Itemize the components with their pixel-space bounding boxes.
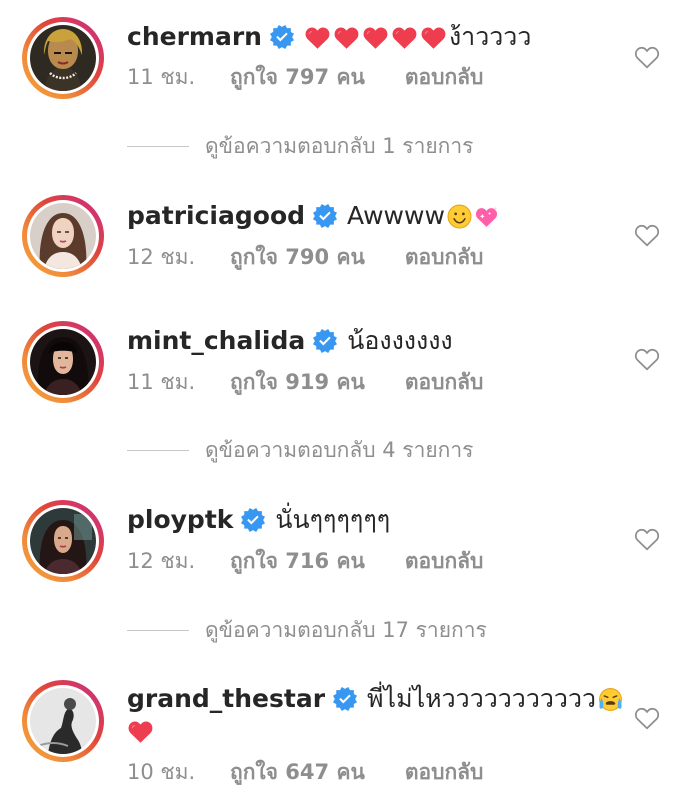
comment-text-line2 [127, 716, 154, 746]
comment-username[interactable]: ployptk [127, 505, 233, 535]
avatar [30, 25, 96, 91]
red-heart-icon [127, 719, 154, 744]
red-heart-icon [391, 25, 418, 50]
reply-button[interactable]: ตอบกลับ [405, 244, 484, 270]
comment-likes[interactable]: ถูกใจ 919 คน [230, 369, 365, 395]
divider [127, 629, 189, 631]
comment-username[interactable]: mint_chalida [127, 326, 305, 356]
smiling-face-icon [447, 204, 472, 229]
comment-meta: 12 ชม. ถูกใจ 716 คน ตอบกลับ [127, 548, 483, 574]
verified-badge-icon [270, 25, 294, 49]
red-heart-icon [304, 25, 331, 50]
comment-meta: 11 ชม. ถูกใจ 797 คน ตอบกลับ [127, 64, 483, 90]
view-replies-label: ดูข้อความตอบกลับ 1 รายการ [205, 133, 474, 158]
sparkling-heart-icon [474, 204, 499, 229]
divider [127, 449, 189, 451]
avatar [30, 688, 96, 754]
comment-likes[interactable]: ถูกใจ 716 คน [230, 548, 365, 574]
view-replies-button[interactable]: ดูข้อความตอบกลับ 4 รายการ [127, 435, 473, 465]
red-heart-icon [420, 25, 447, 50]
red-heart-icon [362, 25, 389, 50]
comment-time: 12 ชม. [127, 549, 196, 573]
avatar [30, 329, 96, 395]
verified-badge-icon [313, 329, 337, 353]
view-replies-button[interactable]: ดูข้อความตอบกลับ 17 รายการ [127, 615, 487, 645]
divider [127, 145, 189, 147]
reply-button[interactable]: ตอบกลับ [405, 64, 484, 90]
comment-username[interactable]: patriciagood [127, 201, 305, 231]
comment-likes[interactable]: ถูกใจ 797 คน [230, 64, 365, 90]
like-heart-icon[interactable] [634, 527, 660, 551]
reply-button[interactable]: ตอบกลับ [405, 759, 484, 785]
comment-text: Awwww [347, 201, 445, 230]
red-heart-icon [333, 25, 360, 50]
comment-meta: 12 ชม. ถูกใจ 790 คน ตอบกลับ [127, 244, 483, 270]
loudly-crying-face-icon [598, 687, 623, 712]
comment-meta: 11 ชม. ถูกใจ 919 คน ตอบกลับ [127, 369, 483, 395]
avatar [30, 203, 96, 269]
verified-badge-icon [333, 687, 357, 711]
avatar [30, 508, 96, 574]
view-replies-label: ดูข้อความตอบกลับ 17 รายการ [205, 617, 487, 642]
comment-likes[interactable]: ถูกใจ 647 คน [230, 759, 365, 785]
like-heart-icon[interactable] [634, 223, 660, 247]
avatar-story-ring[interactable] [22, 195, 104, 277]
comment-time: 12 ชม. [127, 245, 196, 269]
like-heart-icon[interactable] [634, 347, 660, 371]
like-heart-icon[interactable] [634, 706, 660, 730]
view-replies-label: ดูข้อความตอบกลับ 4 รายการ [205, 437, 474, 462]
avatar-story-ring[interactable] [22, 17, 104, 99]
comment-text: น้องงงงงง [347, 326, 453, 355]
comment-time: 11 ชม. [127, 370, 196, 394]
avatar-story-ring[interactable] [22, 321, 104, 403]
view-replies-button[interactable]: ดูข้อความตอบกลับ 1 รายการ [127, 131, 473, 161]
reply-button[interactable]: ตอบกลับ [405, 369, 484, 395]
like-heart-icon[interactable] [634, 45, 660, 69]
red-heart-emojis [304, 25, 449, 50]
avatar-story-ring[interactable] [22, 680, 104, 762]
comment-time: 11 ชม. [127, 65, 196, 89]
comment-text: นั่นๆๆๆๆๆๆ [275, 505, 391, 534]
avatar-story-ring[interactable] [22, 500, 104, 582]
comment-time: 10 ชม. [127, 760, 196, 784]
comment-username[interactable]: grand_thestar [127, 684, 325, 714]
comment-text: ง้าวววว [448, 22, 532, 51]
comment-username[interactable]: chermarn [127, 22, 262, 52]
comment-likes[interactable]: ถูกใจ 790 คน [230, 244, 365, 270]
comment-meta: 10 ชม. ถูกใจ 647 คน ตอบกลับ [127, 759, 483, 785]
verified-badge-icon [313, 204, 337, 228]
verified-badge-icon [241, 508, 265, 532]
reply-button[interactable]: ตอบกลับ [405, 548, 484, 574]
comment-text: พี่ไม่ไหววววววววววว [367, 684, 597, 713]
